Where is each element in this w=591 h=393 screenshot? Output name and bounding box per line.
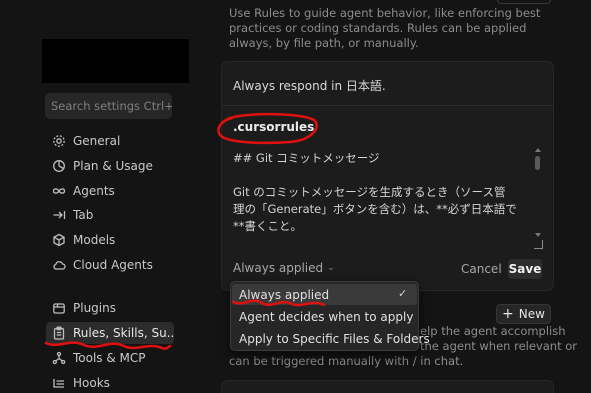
- dropdown-option-agent-decides[interactable]: Agent decides when to apply: [232, 306, 417, 327]
- gear-icon: [52, 134, 66, 148]
- skills-description: elp the agent accomplish the agent when …: [420, 324, 578, 354]
- sidebar-item-label: Hooks: [73, 376, 110, 390]
- sidebar-item-general[interactable]: General: [46, 130, 174, 152]
- search-settings-input[interactable]: Search settings Ctrl+F: [45, 93, 172, 119]
- sidebar-item-label: General: [73, 134, 121, 148]
- sidebar-item-tab[interactable]: Tab: [46, 204, 174, 226]
- cube-icon: [52, 233, 66, 247]
- new-button-label: New: [518, 307, 545, 321]
- redacted-block: [42, 39, 189, 83]
- editor-line: 理の「Generate」ボタンを含む）は、**必ず日本語で: [233, 202, 517, 216]
- save-button[interactable]: Save: [508, 259, 542, 279]
- sidebar-item-label: Cloud Agents: [73, 258, 153, 272]
- user-rule-text[interactable]: Always respond in 日本語.: [233, 77, 386, 94]
- chevron-down-icon: ⌄: [327, 263, 335, 273]
- chart-icon: [52, 159, 66, 173]
- sidebar-item-label: Plan & Usage: [73, 159, 153, 173]
- cloud-icon: [52, 258, 66, 272]
- bottom-card: [221, 380, 554, 393]
- tab-arrow-icon: [52, 208, 66, 222]
- editor-line: ---: [233, 252, 533, 258]
- editor-line: ## Git コミットメッセージ: [233, 151, 380, 165]
- sidebar-item-rules-skills[interactable]: Rules, Skills, Su...: [46, 322, 174, 344]
- card-divider: [222, 105, 553, 106]
- plus-icon: +: [502, 306, 514, 322]
- rule-editor[interactable]: ## Git コミットメッセージ Git のコミットメッセージを生成するとき（ソ…: [233, 150, 533, 258]
- list-icon: [52, 376, 66, 390]
- editor-line: Git のコミットメッセージを生成するとき（ソース管: [233, 185, 506, 199]
- network-icon: [52, 351, 66, 365]
- editor-line: [233, 167, 533, 184]
- sidebar-item-agents[interactable]: Agents: [46, 180, 174, 202]
- cancel-button[interactable]: Cancel: [457, 259, 506, 279]
- sidebar-item-label: Rules, Skills, Su...: [73, 326, 174, 340]
- scroll-up-icon[interactable]: [535, 148, 541, 152]
- rule-file-name: .cursorrules: [233, 120, 315, 134]
- sidebar-item-label: Agents: [73, 184, 115, 198]
- resize-handle-icon[interactable]: [534, 240, 543, 249]
- sidebar-item-label: Tab: [73, 208, 94, 222]
- dropdown-option-always-applied[interactable]: Always applied: [232, 284, 417, 305]
- infinity-icon: [52, 184, 66, 198]
- apply-mode-select[interactable]: Always applied ⌄: [233, 261, 335, 275]
- sidebar-item-label: Tools & MCP: [73, 351, 146, 365]
- search-placeholder: Search settings Ctrl+F: [51, 99, 172, 113]
- option-label: Always applied: [239, 287, 330, 302]
- editor-scrollbar[interactable]: [535, 156, 540, 170]
- sidebar-item-tools-mcp[interactable]: Tools & MCP: [46, 347, 174, 369]
- scroll-down-icon[interactable]: [535, 233, 541, 237]
- clipboard-icon: [52, 326, 66, 340]
- check-icon: ✓: [398, 287, 408, 300]
- sidebar-item-label: Plugins: [73, 301, 116, 315]
- sidebar-item-plan-usage[interactable]: Plan & Usage: [46, 155, 174, 177]
- option-label: Apply to Specific Files & Folders: [239, 331, 430, 346]
- top-button-partial[interactable]: [497, 0, 551, 4]
- package-icon: [52, 301, 66, 315]
- editor-line: [233, 235, 533, 252]
- option-label: Agent decides when to apply: [239, 309, 414, 324]
- skills-description-line: the agent when relevant or: [420, 339, 578, 353]
- apply-mode-label: Always applied: [233, 261, 324, 275]
- skills-description-line: can be triggered manually with / in chat…: [229, 354, 464, 368]
- rules-description: Use Rules to guide agent behavior, like …: [229, 6, 541, 50]
- sidebar-item-models[interactable]: Models: [46, 229, 174, 251]
- sidebar-item-plugins[interactable]: Plugins: [46, 297, 174, 319]
- dropdown-option-specific-files[interactable]: Apply to Specific Files & Folders: [232, 328, 430, 349]
- sidebar-item-label: Models: [73, 233, 116, 247]
- editor-line: **書くこと。: [233, 219, 302, 233]
- sidebar-item-hooks[interactable]: Hooks: [46, 372, 174, 393]
- sidebar-item-cloud-agents[interactable]: Cloud Agents: [46, 254, 174, 276]
- new-button[interactable]: + New: [496, 304, 551, 324]
- skills-description-line: elp the agent accomplish: [420, 324, 566, 338]
